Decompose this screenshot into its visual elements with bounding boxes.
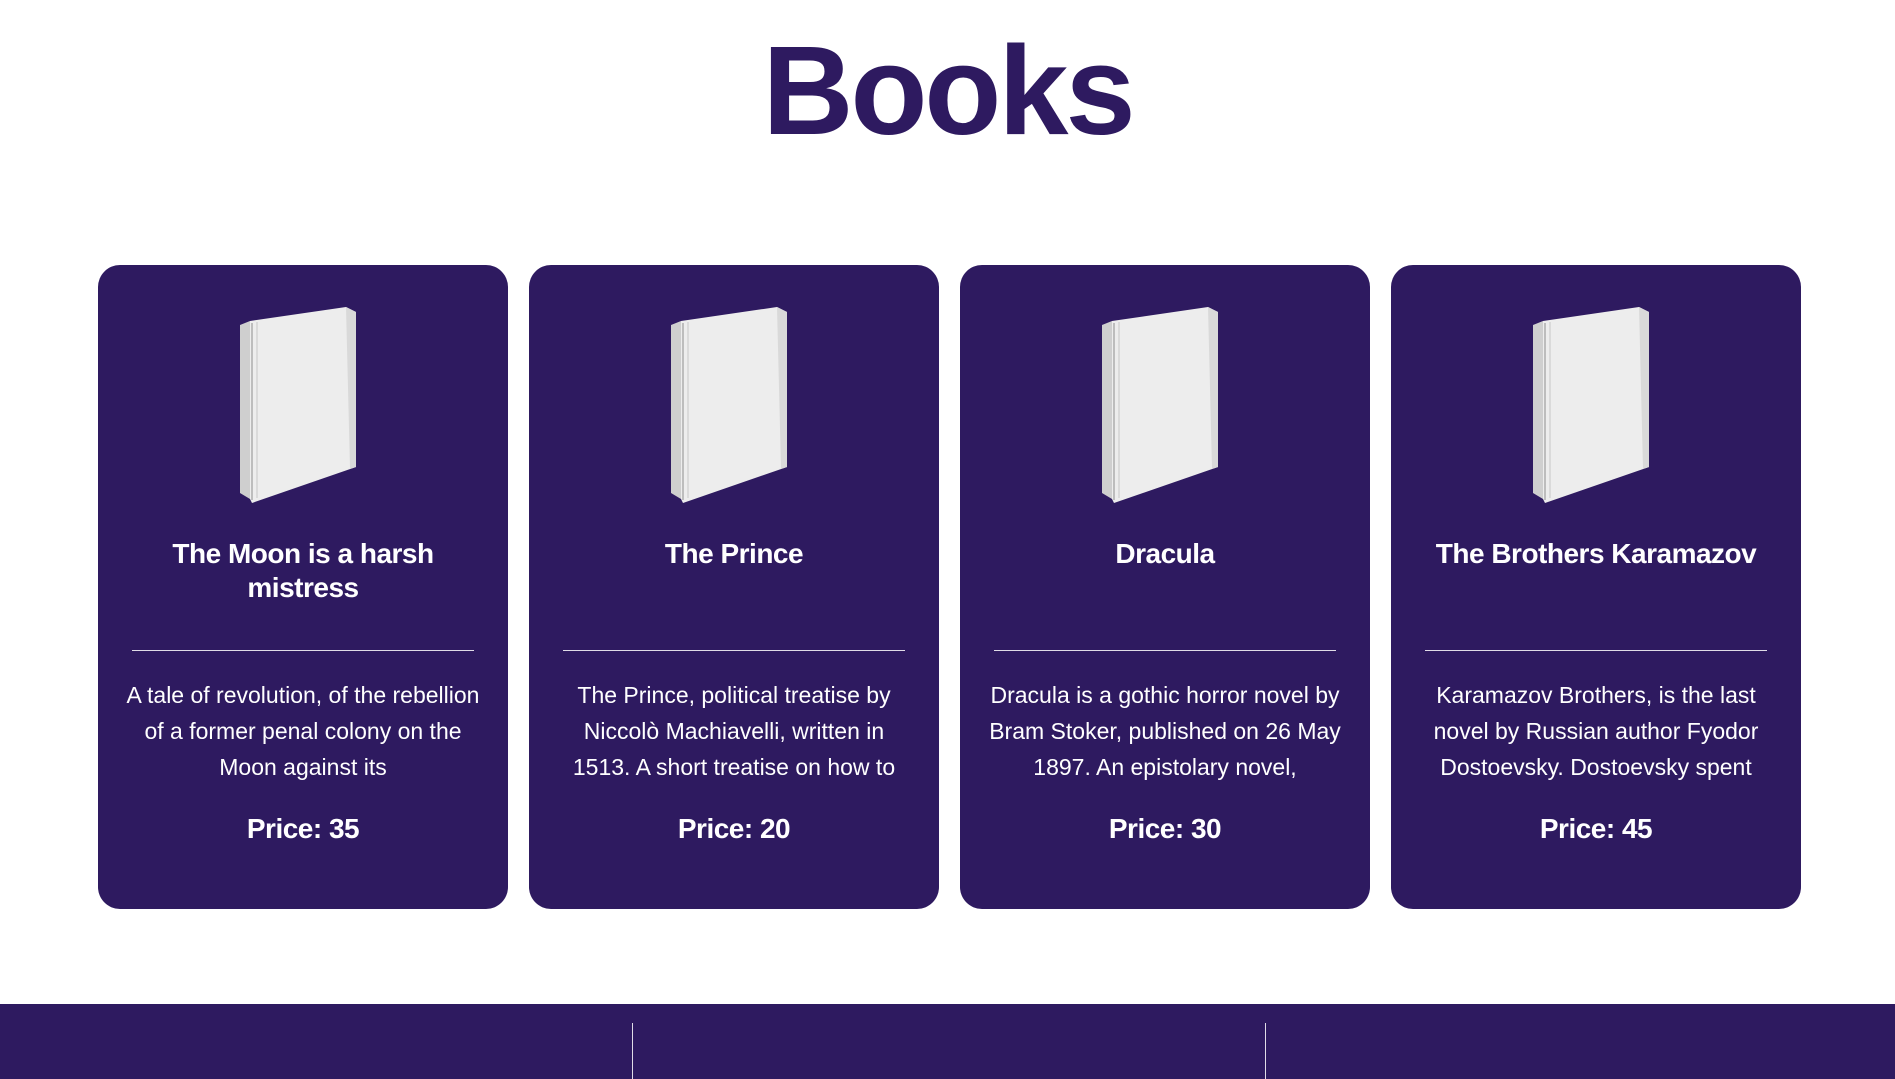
book-card[interactable]: The Moon is a harsh mistress A tale of r… (98, 265, 508, 909)
book-card-list: The Moon is a harsh mistress A tale of r… (98, 265, 1801, 909)
footer-divider (1265, 1023, 1266, 1079)
book-card[interactable]: The Prince The Prince, political treatis… (529, 265, 939, 909)
book-card[interactable]: The Brothers Karamazov Karamazov Brother… (1391, 265, 1801, 909)
books-page: Books The Moon is a harsh mistress A tal… (0, 0, 1895, 1079)
book-card[interactable]: Dracula Dracula is a gothic horror novel… (960, 265, 1370, 909)
page-title: Books (762, 20, 1135, 161)
book-title: Dracula (1115, 538, 1215, 569)
card-divider (994, 650, 1336, 651)
book-title: The Moon is a harsh mistress (172, 538, 434, 603)
book-description: The Prince, political treatise by Niccol… (572, 682, 896, 780)
book-title: The Brothers Karamazov (1435, 538, 1757, 569)
book-icon (671, 307, 787, 503)
book-price: Price: 35 (246, 813, 360, 844)
book-icon (1533, 307, 1649, 503)
footer (0, 1004, 1895, 1079)
card-divider (132, 650, 474, 651)
book-description: Karamazov Brothers, is the last novel by… (1433, 682, 1759, 780)
book-price: Price: 45 (1539, 813, 1653, 844)
book-price: Price: 30 (1108, 813, 1222, 844)
book-description: A tale of revolution, of the rebellion o… (126, 682, 480, 780)
card-divider (563, 650, 905, 651)
footer-divider (632, 1023, 633, 1079)
card-divider (1425, 650, 1767, 651)
book-icon (1102, 307, 1218, 503)
book-description: Dracula is a gothic horror novel by Bram… (989, 682, 1341, 780)
book-price: Price: 20 (677, 813, 791, 844)
book-title: The Prince (664, 538, 804, 569)
book-icon (240, 307, 356, 503)
